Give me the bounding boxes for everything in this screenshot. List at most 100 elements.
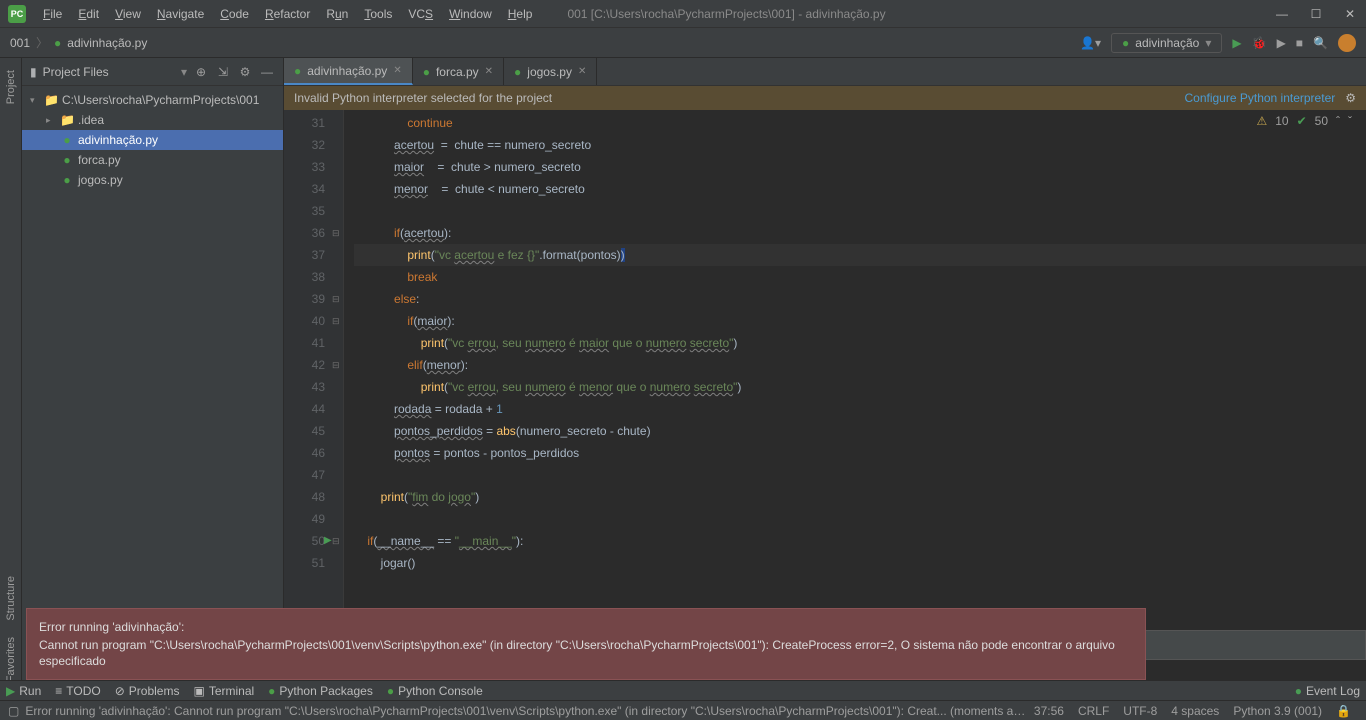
locate-icon[interactable]: ⊕ [193, 65, 209, 79]
stop-button[interactable]: ■ [1296, 36, 1303, 50]
minimize-button[interactable]: — [1274, 7, 1290, 21]
project-view-title[interactable]: Project Files [43, 65, 175, 79]
breadcrumb[interactable]: 001 〉 ● adivinhação.py [10, 34, 147, 51]
gear-icon[interactable]: ⚙ [237, 65, 253, 79]
menu-navigate[interactable]: Navigate [150, 5, 211, 23]
run-button[interactable]: ▶ [1232, 36, 1241, 50]
configure-interpreter-link[interactable]: Configure Python interpreter [1184, 91, 1335, 105]
tab-forca[interactable]: ● forca.py ✕ [413, 58, 504, 85]
menu-vcs[interactable]: VCS [401, 5, 440, 23]
notification-body: Cannot run program "C:\Users\rocha\Pycha… [39, 637, 1133, 669]
menu-edit[interactable]: Edit [71, 5, 106, 23]
menu-bar: File Edit View Navigate Code Refactor Ru… [36, 5, 539, 23]
tool-python-packages[interactable]: ●Python Packages [268, 684, 373, 698]
status-encoding[interactable]: UTF-8 [1116, 704, 1164, 718]
search-icon[interactable]: 🔍 [1313, 36, 1328, 50]
tree-label: jogos.py [78, 173, 123, 187]
title-bar: PC File Edit View Navigate Code Refactor… [0, 0, 1366, 28]
inspection-widget[interactable]: ⚠10 ✔50 ˆ ˇ [1256, 114, 1352, 128]
tree-file-forca[interactable]: ● forca.py [22, 150, 283, 170]
lock-icon[interactable]: 🔒 [1329, 704, 1358, 718]
menu-refactor[interactable]: Refactor [258, 5, 317, 23]
code-area[interactable]: ⚠10 ✔50 ˆ ˇ 313233343536⊟373839⊟40⊟4142⊟… [284, 110, 1366, 680]
close-button[interactable]: ✕ [1342, 7, 1358, 21]
tool-label: Run [19, 684, 41, 698]
close-icon[interactable]: ✕ [393, 65, 401, 76]
menu-code[interactable]: Code [213, 5, 256, 23]
python-icon: ● [60, 133, 74, 147]
tool-label: Python Console [398, 684, 483, 698]
status-message: Error running 'adivinhação': Cannot run … [25, 704, 1027, 718]
folder-icon: ▮ [30, 65, 37, 79]
error-notification[interactable]: Error running 'adivinhação': Cannot run … [26, 608, 1146, 680]
code-content[interactable]: continue acertou = chute == numero_secre… [344, 110, 1366, 680]
tab-label: jogos.py [527, 65, 572, 79]
crumb-project[interactable]: 001 [10, 36, 30, 50]
status-icon[interactable]: ▢ [8, 704, 19, 718]
editor: ● adivinhação.py ✕ ● forca.py ✕ ● jogos.… [284, 58, 1366, 680]
tab-jogos[interactable]: ● jogos.py ✕ [504, 58, 597, 85]
chevron-down-icon[interactable]: ▾ [30, 95, 40, 106]
tree-file-jogos[interactable]: ● jogos.py [22, 170, 283, 190]
status-interpreter[interactable]: Python 3.9 (001) [1226, 704, 1329, 718]
gutter[interactable]: 313233343536⊟373839⊟40⊟4142⊟434445464748… [284, 110, 344, 680]
tool-label: Event Log [1306, 684, 1360, 698]
folder-icon: 📁 [60, 113, 74, 127]
debug-button[interactable]: 🐞 [1252, 36, 1267, 50]
tool-project[interactable]: Project [3, 62, 19, 112]
tool-terminal[interactable]: ▣Terminal [193, 684, 254, 698]
check-count: 50 [1315, 114, 1328, 128]
tree-root[interactable]: ▾ 📁 C:\Users\rocha\PycharmProjects\001 [22, 90, 283, 110]
chevron-down-icon[interactable]: ▾ [181, 65, 187, 79]
tool-python-console[interactable]: ●Python Console [387, 684, 483, 698]
status-eol[interactable]: CRLF [1071, 704, 1116, 718]
hide-icon[interactable]: — [259, 65, 275, 79]
menu-window[interactable]: Window [442, 5, 499, 23]
run-config-selector[interactable]: ● adivinhação ▾ [1111, 33, 1222, 53]
run-config-name: adivinhação [1135, 36, 1199, 50]
project-tree: ▾ 📁 C:\Users\rocha\PycharmProjects\001 ▸… [22, 86, 283, 194]
terminal-icon: ▣ [193, 684, 204, 698]
coverage-button[interactable]: ▶ [1277, 36, 1286, 50]
user-dropdown[interactable]: 👤▾ [1080, 36, 1101, 50]
python-icon: ● [60, 153, 74, 167]
expand-icon[interactable]: ⇲ [215, 65, 231, 79]
chevron-right-icon[interactable]: ▸ [46, 115, 56, 126]
menu-view[interactable]: View [108, 5, 148, 23]
menu-run[interactable]: Run [319, 5, 355, 23]
crumb-file[interactable]: adivinhação.py [67, 36, 147, 50]
close-icon[interactable]: ✕ [578, 66, 586, 77]
tree-label: forca.py [78, 153, 121, 167]
menu-tools[interactable]: Tools [357, 5, 399, 23]
tool-structure[interactable]: Structure [3, 568, 19, 629]
tool-run[interactable]: ▶Run [6, 684, 41, 698]
menu-help[interactable]: Help [501, 5, 540, 23]
event-log-icon: ● [1295, 684, 1302, 698]
status-indent[interactable]: 4 spaces [1164, 704, 1226, 718]
todo-icon: ≡ [55, 684, 62, 698]
tab-adivinhacao[interactable]: ● adivinhação.py ✕ [284, 58, 413, 85]
maximize-button[interactable]: ☐ [1308, 7, 1324, 21]
project-panel-header: ▮ Project Files ▾ ⊕ ⇲ ⚙ — [22, 58, 283, 86]
project-panel: ▮ Project Files ▾ ⊕ ⇲ ⚙ — ▾ 📁 C:\Users\r… [22, 58, 284, 680]
problems-icon: ⊘ [115, 684, 125, 698]
tree-folder-idea[interactable]: ▸ 📁 .idea [22, 110, 283, 130]
gear-icon[interactable]: ⚙ [1345, 91, 1356, 105]
chevron-down-icon[interactable]: ˇ [1348, 114, 1352, 128]
tab-label: forca.py [436, 65, 479, 79]
tool-problems[interactable]: ⊘Problems [115, 684, 180, 698]
tool-event-log[interactable]: ● Event Log [1295, 684, 1360, 698]
menu-file[interactable]: File [36, 5, 69, 23]
status-position[interactable]: 37:56 [1027, 704, 1071, 718]
avatar[interactable] [1338, 34, 1356, 52]
python-icon: ● [54, 36, 61, 50]
folder-icon: 📁 [44, 93, 58, 107]
tree-label: adivinhação.py [78, 133, 158, 147]
tool-todo[interactable]: ≡TODO [55, 684, 100, 698]
tree-file-adivinhacao[interactable]: ● adivinhação.py [22, 130, 283, 150]
close-icon[interactable]: ✕ [485, 66, 493, 77]
chevron-up-icon[interactable]: ˆ [1336, 114, 1340, 128]
check-icon: ✔ [1297, 114, 1307, 128]
tab-label: adivinhação.py [307, 64, 387, 78]
app-icon: PC [8, 5, 26, 23]
